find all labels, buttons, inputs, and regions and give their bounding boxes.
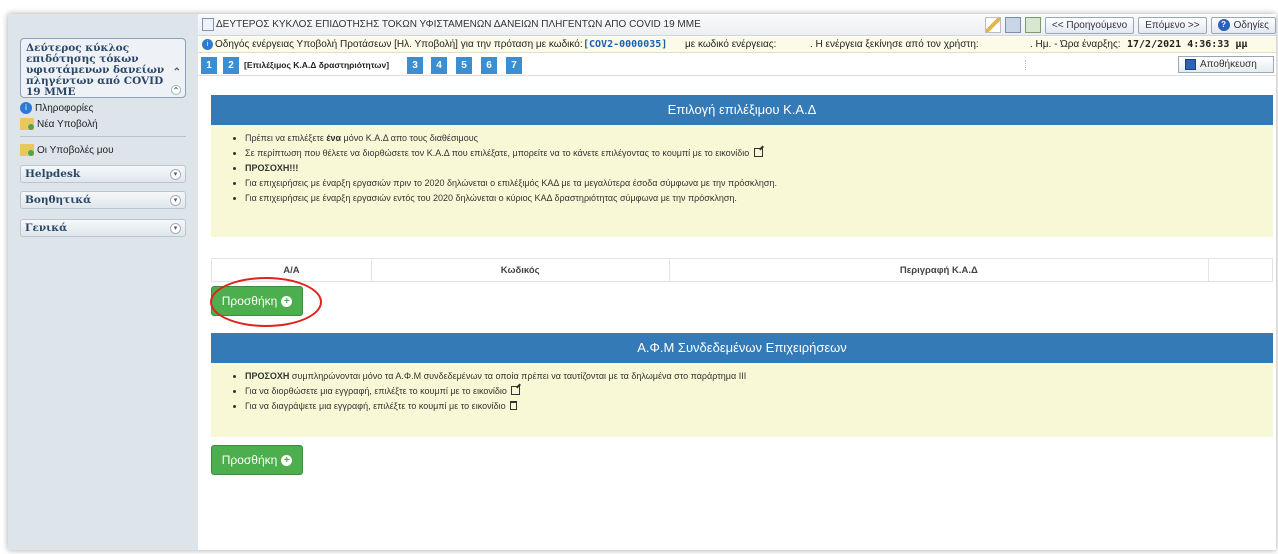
action-code-label: με κωδικό ενέργειας: xyxy=(685,39,777,50)
action-info-bar: i Οδηγός ενέργειας Υποβολή Προτάσεων [Ηλ… xyxy=(198,37,1276,53)
sidebar-item-new-submission[interactable]: Νέα Υποβολή xyxy=(20,116,186,132)
step-3[interactable]: 3 xyxy=(407,57,423,74)
instruction-item: Για να διορθώσετε μια εγγραφή, επιλέξτε … xyxy=(245,384,1273,399)
previous-button[interactable]: << Προηγούμενο xyxy=(1044,16,1135,34)
sidebar-item-info[interactable]: i Πληροφορίες xyxy=(20,100,186,116)
column-header-code: Κωδικός xyxy=(370,258,670,282)
document-icon xyxy=(202,18,214,31)
edit-icon xyxy=(511,386,521,395)
sidebar-divider xyxy=(20,136,186,137)
trash-icon xyxy=(510,401,518,410)
sidebar-links: i Πληροφορίες Νέα Υποβολή Οι Υποβολές μο… xyxy=(20,100,186,158)
edit-notes-icon[interactable] xyxy=(984,17,1001,33)
add-afm-button[interactable]: Προσθήκη + xyxy=(211,445,303,475)
afm-section-header: Α.Φ.Μ Συνδεδεμένων Επιχειρήσεων xyxy=(211,333,1273,363)
save-button[interactable]: Αποθήκευση xyxy=(1178,56,1274,73)
afm-instructions: ΠΡΟΣΟΧΗ συμπληρώνονται μόνο τα Α.Φ.Μ συν… xyxy=(211,363,1273,437)
edit-icon xyxy=(753,148,763,157)
instruction-item: Σε περίπτωση που θέλετε να διορθώσετε το… xyxy=(245,146,1273,161)
sidebar-program-panel[interactable]: Δεύτερος κύκλος επιδότησης τόκων υφιστάμ… xyxy=(20,38,186,98)
chevron-down-icon[interactable]: ▾ xyxy=(170,195,181,206)
start-date-label: . Ημ. - Ώρα έναρξης: xyxy=(1030,39,1121,50)
sidebar: Δεύτερος κύκλος επιδότησης τόκων υφιστάμ… xyxy=(8,14,198,550)
folder-icon xyxy=(20,118,34,130)
wizard-steps: 1 2 [Επιλέξιμος Κ.Α.Δ δραστηριότητων] 3 … xyxy=(198,54,1276,76)
chevron-down-icon[interactable]: ▾ xyxy=(170,223,181,234)
sidebar-category-label: Helpdesk xyxy=(25,168,81,180)
collapse-icon[interactable]: ⌃ xyxy=(171,85,181,95)
instruction-item: ΠΡΟΣΟΧΗ συμπληρώνονται μόνο τα Α.Φ.Μ συν… xyxy=(245,369,1273,384)
help-button[interactable]: ? Οδηγίες xyxy=(1210,16,1276,34)
main-content: ΔΕΥΤΕΡΟΣ ΚΥΚΛΟΣ ΕΠΙΔΟΤΗΣΗΣ ΤΟΚΩΝ ΥΦΙΣΤΑΜ… xyxy=(198,14,1276,550)
column-header-description: Περιγραφή Κ.Α.Δ xyxy=(668,258,1210,282)
step-7[interactable]: 7 xyxy=(506,57,522,74)
sidebar-program-title: Δεύτερος κύκλος επιδότησης τόκων υφιστάμ… xyxy=(26,42,165,98)
sidebar-item-label: Οι Υποβολές μου xyxy=(37,144,114,156)
kad-table: Α/Α Κωδικός Περιγραφή Κ.Α.Δ xyxy=(211,258,1273,282)
title-bar-actions: << Προηγούμενο Επόμενο >> ? Οδηγίες xyxy=(984,16,1276,34)
kad-section-header: Επιλογή επιλέξιμου Κ.Α.Δ xyxy=(211,95,1273,125)
sidebar-item-my-submissions[interactable]: Οι Υποβολές μου xyxy=(20,142,186,158)
info-icon: i xyxy=(202,39,213,50)
add-label: Προσθήκη xyxy=(221,453,278,467)
proposal-code: [COV2-0000035] xyxy=(583,39,668,50)
sidebar-item-label: Νέα Υποβολή xyxy=(37,118,98,130)
chevron-down-icon[interactable]: ▾ xyxy=(170,169,181,180)
add-label: Προσθήκη xyxy=(221,294,278,308)
step-5[interactable]: 5 xyxy=(456,57,472,74)
active-step-label: [Επιλέξιμος Κ.Α.Δ δραστηριότητων] xyxy=(244,60,390,70)
image-icon[interactable] xyxy=(1024,17,1041,33)
app-window: Δεύτερος κύκλος επιδότησης τόκων υφιστάμ… xyxy=(8,14,1276,550)
step-2[interactable]: 2 xyxy=(223,57,239,74)
step-1[interactable]: 1 xyxy=(201,57,217,74)
instruction-item: Για επιχειρήσεις με έναρξη εργασιών πριν… xyxy=(245,176,1273,191)
sidebar-category-helpdesk[interactable]: Helpdesk ▾ xyxy=(20,165,186,183)
page-title: ΔΕΥΤΕΡΟΣ ΚΥΚΛΟΣ ΕΠΙΔΟΤΗΣΗΣ ΤΟΚΩΝ ΥΦΙΣΤΑΜ… xyxy=(216,19,701,30)
separator xyxy=(1025,60,1026,70)
add-kad-button[interactable]: Προσθήκη + xyxy=(211,286,303,316)
instruction-item: ΠΡΟΣΟΧΗ!!! xyxy=(245,161,1273,176)
sidebar-category-label: Γενικά xyxy=(25,222,68,234)
plus-circle-icon: + xyxy=(281,454,293,466)
next-button[interactable]: Επόμενο >> xyxy=(1138,16,1207,34)
title-bar: ΔΕΥΤΕΡΟΣ ΚΥΚΛΟΣ ΕΠΙΔΟΤΗΣΗΣ ΤΟΚΩΝ ΥΦΙΣΤΑΜ… xyxy=(198,14,1276,36)
info-icon: i xyxy=(20,102,32,114)
sidebar-item-label: Πληροφορίες xyxy=(35,102,94,114)
table-header-row: Α/Α Κωδικός Περιγραφή Κ.Α.Δ xyxy=(211,258,1273,282)
step-4[interactable]: 4 xyxy=(431,57,447,74)
plus-circle-icon: + xyxy=(281,295,293,307)
column-header-actions xyxy=(1208,258,1273,282)
step-6[interactable]: 6 xyxy=(481,57,497,74)
save-icon xyxy=(1185,59,1196,70)
calculator-icon[interactable] xyxy=(1004,17,1021,33)
user-label: . Η ενέργεια ξεκίνησε από τον χρήστη: xyxy=(810,39,979,50)
help-label: Οδηγίες xyxy=(1233,19,1269,31)
instruction-item: Για επιχειρήσεις με έναρξη εργασιών εντό… xyxy=(245,191,1273,206)
help-icon: ? xyxy=(1217,19,1230,31)
sidebar-category-general[interactable]: Γενικά ▾ xyxy=(20,219,186,237)
folder-icon xyxy=(20,144,34,156)
chevron-up-icon[interactable]: ⌃ xyxy=(173,67,181,78)
sidebar-category-helpers[interactable]: Βοηθητικά ▾ xyxy=(20,191,186,209)
start-date-value: 17/2/2021 4:36:33 μμ xyxy=(1127,39,1248,50)
instruction-item: Για να διαγράψετε μια εγγραφή, επιλέξτε … xyxy=(245,399,1273,414)
kad-instructions: Πρέπει να επιλέξετε ένα μόνο Κ.Α.Δ απο τ… xyxy=(211,125,1273,237)
sidebar-category-label: Βοηθητικά xyxy=(25,194,92,206)
column-header-index: Α/Α xyxy=(211,258,372,282)
instruction-item: Πρέπει να επιλέξετε ένα μόνο Κ.Α.Δ απο τ… xyxy=(245,131,1273,146)
save-label: Αποθήκευση xyxy=(1200,59,1257,70)
guide-text: Οδηγός ενέργειας Υποβολή Προτάσεων [Ηλ. … xyxy=(215,39,583,50)
